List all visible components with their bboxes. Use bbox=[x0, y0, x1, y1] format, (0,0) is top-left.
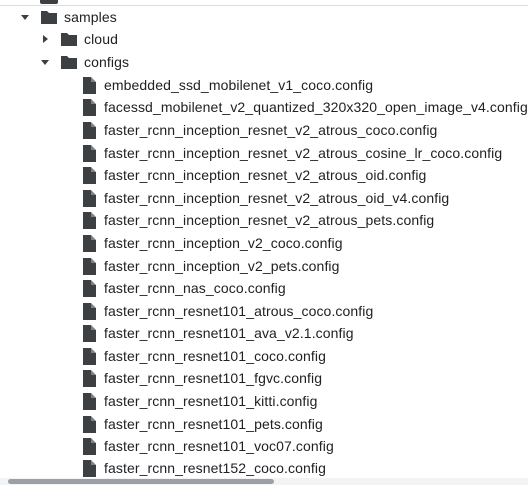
tree-file[interactable]: faster_rcnn_inception_resnet_v2_atrous_c… bbox=[80, 119, 437, 141]
folder-icon bbox=[40, 8, 58, 26]
file-label: faster_rcnn_resnet101_ava_v2.1.config bbox=[104, 325, 354, 341]
tree-file[interactable]: faster_rcnn_inception_v2_pets.config bbox=[80, 255, 340, 277]
tree-file[interactable]: faster_rcnn_resnet101_ava_v2.1.config bbox=[80, 322, 354, 344]
file-label: faster_rcnn_inception_resnet_v2_atrous_p… bbox=[104, 212, 435, 228]
tree-file[interactable]: faster_rcnn_resnet101_atrous_coco.config bbox=[80, 300, 373, 322]
file-icon bbox=[80, 166, 98, 184]
file-label: faster_rcnn_inception_resnet_v2_atrous_o… bbox=[104, 190, 450, 206]
folder-icon bbox=[60, 30, 78, 48]
folder-icon bbox=[40, 0, 58, 4]
collapse-arrow-icon[interactable] bbox=[38, 32, 52, 46]
tree-file[interactable]: faster_rcnn_resnet101_pets.config bbox=[80, 413, 323, 435]
file-icon bbox=[80, 302, 98, 320]
file-browser-panel: samples cloud configs embedded_ssd_mobil… bbox=[0, 0, 528, 485]
folder-label: cloud bbox=[84, 31, 118, 47]
file-label: faster_rcnn_inception_v2_pets.config bbox=[104, 258, 340, 274]
expand-arrow-icon[interactable] bbox=[18, 10, 32, 24]
tree-file[interactable]: faster_rcnn_resnet101_fgvc.config bbox=[80, 367, 322, 389]
tree-file[interactable]: faster_rcnn_inception_resnet_v2_atrous_p… bbox=[80, 209, 434, 231]
horizontal-scrollbar[interactable] bbox=[0, 478, 528, 485]
tree-file[interactable]: faster_rcnn_resnet101_coco.config bbox=[80, 345, 326, 367]
expand-arrow-icon[interactable] bbox=[38, 55, 52, 69]
file-label: faster_rcnn_inception_resnet_v2_atrous_c… bbox=[104, 145, 503, 161]
file-label: faster_rcnn_resnet101_kitti.config bbox=[104, 393, 318, 409]
tree-file[interactable]: faster_rcnn_inception_v2_coco.config bbox=[80, 232, 343, 254]
file-label: faster_rcnn_resnet101_atrous_coco.config bbox=[104, 303, 374, 319]
tree-file[interactable]: faster_rcnn_inception_resnet_v2_atrous_c… bbox=[80, 142, 502, 164]
file-icon bbox=[80, 76, 98, 94]
tree-file[interactable]: embedded_ssd_mobilenet_v1_coco.config bbox=[80, 74, 373, 96]
scrollbar-thumb[interactable] bbox=[8, 479, 274, 484]
file-icon bbox=[80, 257, 98, 275]
tree-file[interactable]: facessd_mobilenet_v2_quantized_320x320_o… bbox=[80, 96, 528, 118]
file-icon bbox=[80, 234, 98, 252]
tree-file[interactable]: faster_rcnn_resnet101_voc07.config bbox=[80, 435, 334, 457]
tree-file[interactable]: faster_rcnn_resnet152_coco.config bbox=[80, 457, 326, 479]
file-icon bbox=[80, 415, 98, 433]
file-label: faster_rcnn_resnet101_fgvc.config bbox=[104, 370, 323, 386]
file-label: faster_rcnn_resnet152_coco.config bbox=[104, 460, 326, 476]
folder-label: samples bbox=[64, 9, 117, 25]
file-icon bbox=[80, 98, 98, 116]
tree-file[interactable]: faster_rcnn_inception_resnet_v2_atrous_o… bbox=[80, 164, 426, 186]
file-icon bbox=[80, 324, 98, 342]
tree-folder-configs[interactable]: configs bbox=[38, 51, 129, 73]
tree-folder-samples[interactable]: samples bbox=[18, 6, 117, 28]
file-icon bbox=[80, 144, 98, 162]
file-icon bbox=[80, 369, 98, 387]
file-icon bbox=[80, 392, 98, 410]
file-label: faster_rcnn_resnet101_voc07.config bbox=[104, 438, 334, 454]
file-label: facessd_mobilenet_v2_quantized_320x320_o… bbox=[104, 99, 528, 115]
file-icon bbox=[80, 347, 98, 365]
folder-label: configs bbox=[84, 54, 130, 70]
file-label: faster_rcnn_inception_resnet_v2_atrous_o… bbox=[104, 167, 427, 183]
file-label: faster_rcnn_resnet101_coco.config bbox=[104, 348, 326, 364]
file-icon bbox=[80, 437, 98, 455]
file-label: faster_rcnn_inception_v2_coco.config bbox=[104, 235, 343, 251]
file-icon bbox=[80, 189, 98, 207]
file-icon bbox=[80, 211, 98, 229]
tree-file[interactable]: faster_rcnn_nas_coco.config bbox=[80, 277, 286, 299]
tree-file[interactable]: faster_rcnn_inception_resnet_v2_atrous_o… bbox=[80, 187, 449, 209]
file-label: faster_rcnn_nas_coco.config bbox=[104, 280, 286, 296]
file-label: faster_rcnn_resnet101_pets.config bbox=[104, 416, 323, 432]
tree-file[interactable]: faster_rcnn_resnet101_kitti.config bbox=[80, 390, 318, 412]
file-icon bbox=[80, 459, 98, 477]
folder-icon bbox=[60, 53, 78, 71]
file-icon bbox=[80, 121, 98, 139]
file-label: faster_rcnn_inception_resnet_v2_atrous_c… bbox=[104, 122, 438, 138]
file-label: embedded_ssd_mobilenet_v1_coco.config bbox=[104, 77, 374, 93]
file-icon bbox=[80, 279, 98, 297]
tree-folder-cloud[interactable]: cloud bbox=[38, 28, 118, 50]
